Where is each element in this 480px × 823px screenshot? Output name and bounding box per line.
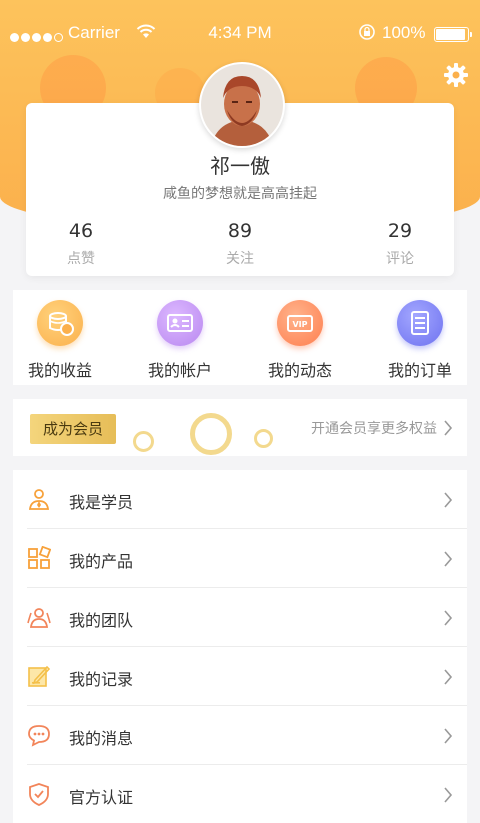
quick-account[interactable]: 我的帐户: [130, 300, 230, 381]
menu-item-messages[interactable]: 我的消息: [27, 706, 467, 765]
menu-label: 我的产品: [69, 552, 134, 571]
decor-ring: [254, 429, 273, 448]
membership-banner[interactable]: 成为会员 开通会员享更多权益: [13, 399, 467, 456]
chevron-right-icon: [444, 728, 453, 744]
quick-label: 我的订单: [387, 361, 452, 380]
battery-icon: [434, 27, 472, 42]
menu-item-records[interactable]: 我的记录: [27, 647, 467, 706]
vip-icon: VIP: [277, 300, 323, 346]
menu-label: 官方认证: [69, 788, 134, 807]
stat-value: 89: [227, 220, 253, 242]
avatar-portrait: [201, 64, 283, 146]
svg-text:VIP: VIP: [292, 320, 307, 329]
stat-label: 关注: [226, 251, 254, 267]
menu-label: 我的团队: [69, 611, 134, 630]
stat-likes[interactable]: 46 点赞: [31, 220, 131, 268]
profile-name: 祁一傲: [210, 154, 270, 178]
products-icon: [28, 546, 51, 569]
chevron-right-icon: [444, 787, 453, 803]
menu-item-products[interactable]: 我的产品: [27, 529, 467, 588]
quick-actions: 我的收益 我的帐户 VIP 我的动态 我的订单: [13, 290, 467, 385]
chevron-right-icon: [444, 420, 453, 436]
stat-following[interactable]: 89 关注: [190, 220, 290, 268]
menu-label: 我的消息: [69, 729, 134, 748]
become-member-badge[interactable]: 成为会员: [30, 414, 116, 444]
certified-icon: [29, 783, 49, 806]
menu-label: 我是学员: [69, 493, 134, 512]
stat-label: 点赞: [67, 251, 95, 267]
team-icon: [27, 608, 51, 628]
stat-value: 29: [387, 220, 413, 242]
quick-label: 我的动态: [267, 361, 332, 380]
stat-label: 评论: [386, 251, 414, 267]
quick-orders[interactable]: 我的订单: [370, 300, 470, 381]
settings-gear-icon[interactable]: [443, 62, 469, 88]
chevron-right-icon: [444, 492, 453, 508]
chevron-right-icon: [444, 551, 453, 567]
quick-label: 我的帐户: [147, 361, 212, 380]
menu-list: 我是学员 我的产品 我的团队 我的记录 我的消息 官方认证: [13, 470, 467, 823]
battery-percent: 100%: [382, 23, 426, 42]
status-bar: Carrier 4:34 PM 100%: [0, 0, 480, 42]
chevron-right-icon: [444, 610, 453, 626]
decor-ring: [133, 431, 154, 452]
coins-icon: [37, 300, 83, 346]
decor-ring: [190, 413, 232, 455]
menu-item-team[interactable]: 我的团队: [27, 588, 467, 647]
stat-value: 46: [68, 220, 94, 242]
id-card-icon: [157, 300, 203, 346]
membership-promo: 开通会员享更多权益: [311, 421, 437, 437]
menu-label: 我的记录: [69, 670, 134, 689]
avatar[interactable]: [199, 62, 285, 148]
menu-item-certified[interactable]: 官方认证: [27, 765, 467, 823]
profile-bio: 咸鱼的梦想就是高高挂起: [163, 186, 317, 202]
message-icon: [28, 725, 50, 747]
quick-activity[interactable]: VIP 我的动态: [250, 300, 350, 381]
rotation-lock-icon: [359, 24, 375, 40]
chevron-right-icon: [444, 669, 453, 685]
quick-earnings[interactable]: 我的收益: [10, 300, 110, 381]
record-icon: [28, 665, 51, 687]
quick-label: 我的收益: [27, 361, 92, 380]
order-list-icon: [397, 300, 443, 346]
student-icon: [28, 489, 50, 510]
stat-comments[interactable]: 29 评论: [350, 220, 450, 268]
menu-item-student[interactable]: 我是学员: [27, 470, 467, 529]
